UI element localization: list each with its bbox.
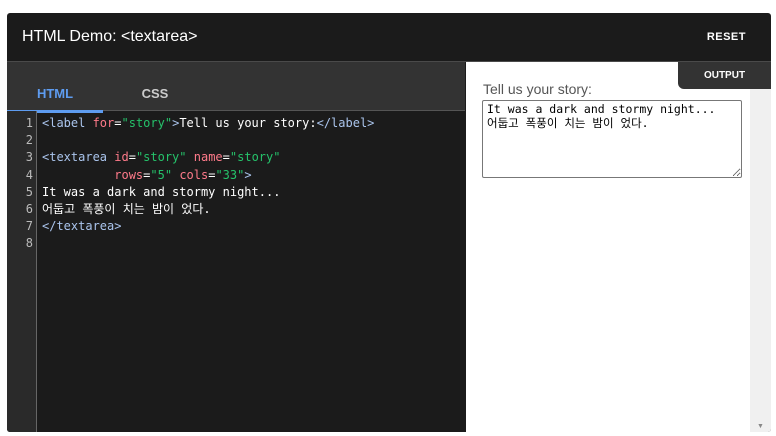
line-number: 4 xyxy=(25,167,33,182)
line-number: 3 xyxy=(25,150,33,165)
code-editor: HTML CSS 1 2 3 4 5 6 7 8 <label for="sto… xyxy=(7,62,465,432)
code-lines[interactable]: <label for="story">Tell us your story:</… xyxy=(42,115,374,235)
line-numbers: 1 2 3 4 5 6 7 8 xyxy=(7,111,37,432)
line-number: 5 xyxy=(25,184,33,199)
story-label: Tell us your story: xyxy=(483,81,592,97)
editor-tabs: HTML CSS xyxy=(7,62,465,113)
line-number: 1 xyxy=(25,116,33,130)
tab-html[interactable]: HTML xyxy=(7,86,103,113)
story-textarea[interactable]: It was a dark and stormy night... 어둡고 폭풍… xyxy=(482,100,742,178)
tab-css[interactable]: CSS xyxy=(107,86,203,101)
code-area[interactable]: 1 2 3 4 5 6 7 8 <label for="story">Tell … xyxy=(7,111,465,432)
scroll-down-icon[interactable]: ▼ xyxy=(757,423,764,430)
tab-output[interactable]: OUTPUT xyxy=(678,62,771,89)
line-number: 7 xyxy=(25,219,33,234)
output-scrollbar[interactable]: ▼ xyxy=(750,62,771,432)
line-number: 6 xyxy=(25,202,33,217)
line-number: 2 xyxy=(25,133,33,148)
page-title: HTML Demo: <textarea> xyxy=(22,28,198,45)
header: HTML Demo: <textarea> RESET xyxy=(7,13,771,62)
line-number: 8 xyxy=(25,236,33,251)
reset-button[interactable]: RESET xyxy=(707,31,746,43)
output-panel: Tell us your story: It was a dark and st… xyxy=(466,62,750,432)
demo-frame: HTML Demo: <textarea> RESET HTML CSS 1 2… xyxy=(7,13,771,432)
